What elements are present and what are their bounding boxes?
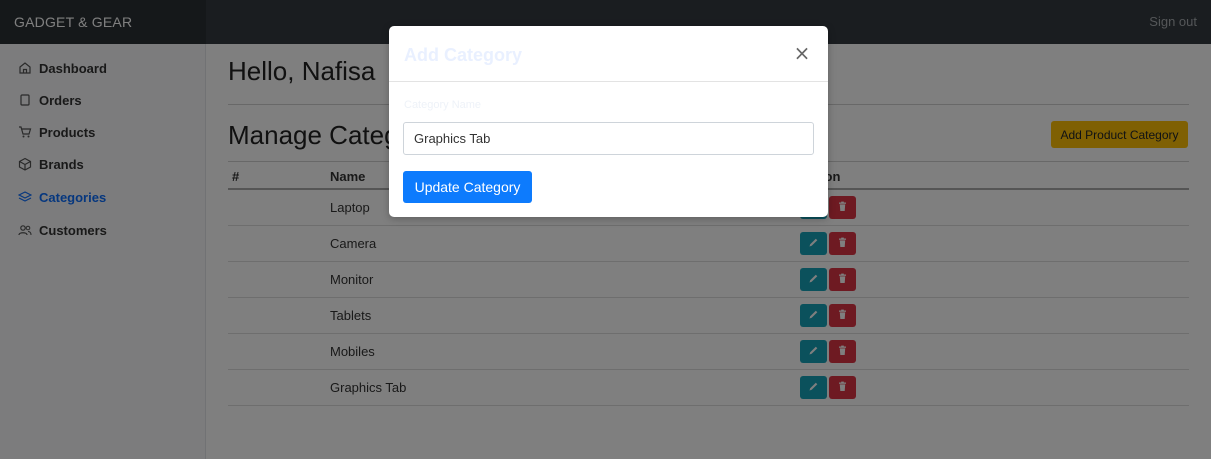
category-name-label: Category Name <box>404 99 482 111</box>
update-category-button[interactable]: Update Category <box>403 171 532 203</box>
add-category-modal: Add Category × Category Name Update Cate… <box>389 26 828 217</box>
close-icon[interactable]: × <box>790 41 814 65</box>
modal-divider <box>389 81 828 82</box>
category-name-input[interactable] <box>403 122 814 155</box>
modal-title: Add Category <box>404 45 523 65</box>
